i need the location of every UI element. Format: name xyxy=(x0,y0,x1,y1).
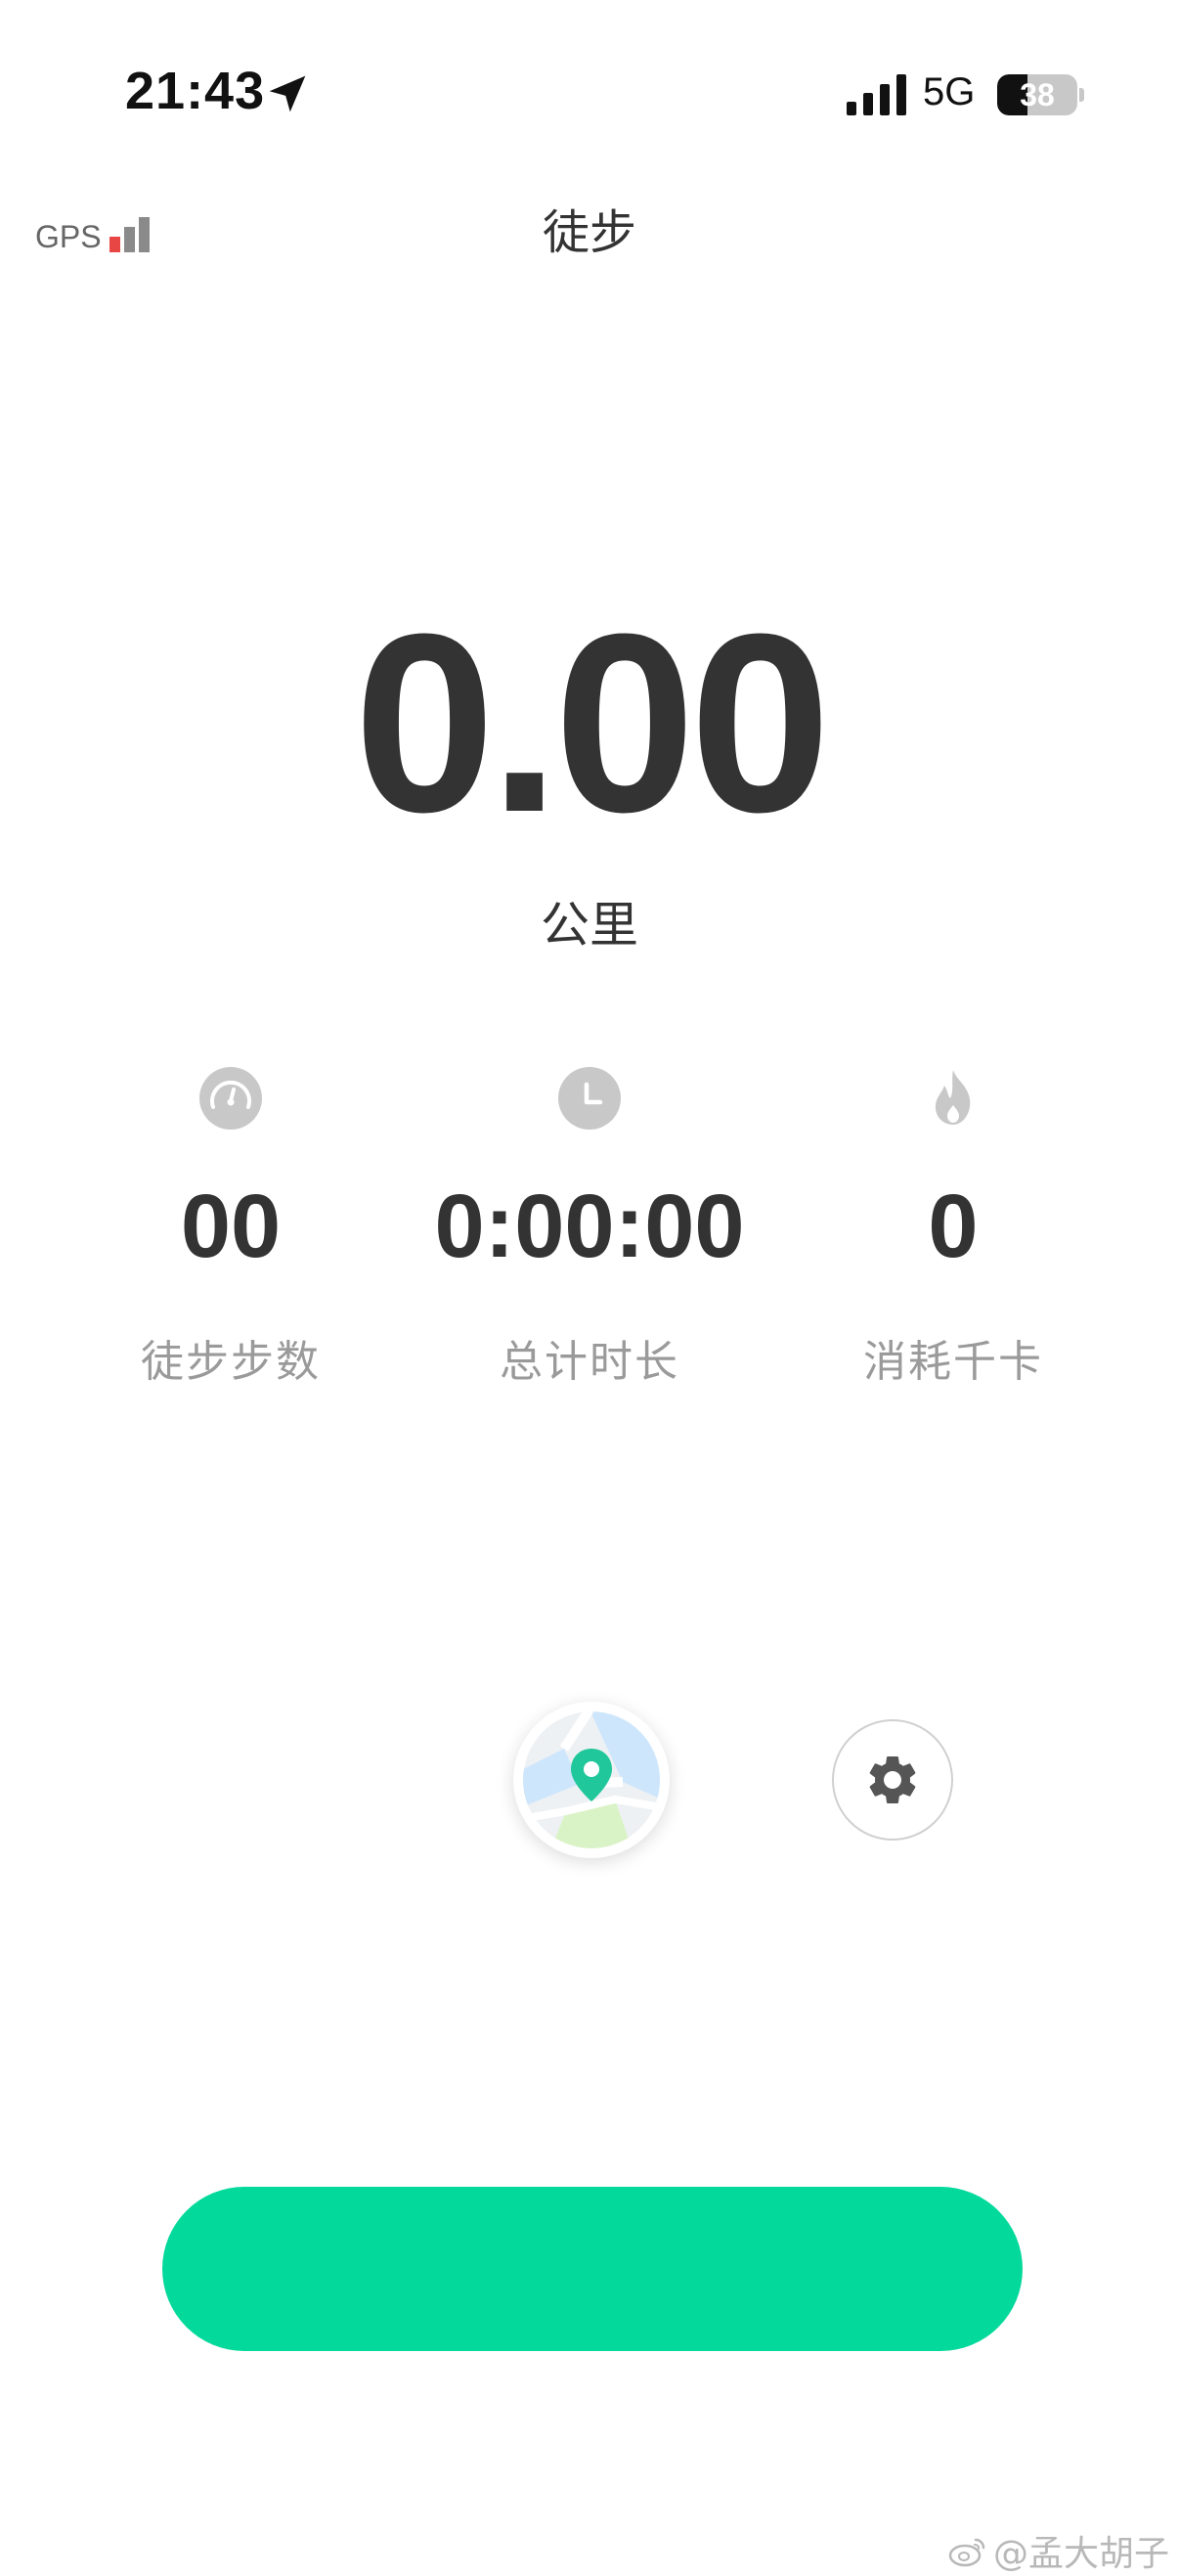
stat-label: 徒步步数 xyxy=(141,1337,321,1387)
stat-value: 0 xyxy=(928,1177,979,1276)
status-bar: 21:43 5G 38 xyxy=(0,0,1179,196)
weibo-logo-icon xyxy=(948,2538,985,2567)
battery-percent: 38 xyxy=(1020,77,1055,112)
stat-value: 00 xyxy=(180,1177,282,1276)
flame-icon xyxy=(935,1070,971,1125)
map-pin-icon xyxy=(523,1711,660,1848)
start-button[interactable] xyxy=(162,2187,1023,2351)
battery-nub xyxy=(1079,88,1084,102)
clock-icon xyxy=(558,1067,621,1130)
distance-value: 0.00 xyxy=(353,582,831,866)
stat-duration: 0:00:00 总计时长 xyxy=(394,1066,785,1389)
cellular-signal-icon xyxy=(847,74,906,115)
speedometer-icon xyxy=(199,1067,262,1130)
battery-icon: 38 xyxy=(997,74,1077,115)
distance-unit: 公里 xyxy=(541,897,638,954)
network-type: 5G xyxy=(923,70,976,113)
stat-value: 0:00:00 xyxy=(434,1177,745,1276)
settings-button[interactable] xyxy=(832,1719,953,1841)
watermark: @孟大胡子 xyxy=(948,2525,1169,2576)
location-arrow-icon xyxy=(269,75,306,112)
stat-label: 总计时长 xyxy=(500,1337,679,1387)
watermark-text: @孟大胡子 xyxy=(992,2534,1169,2574)
stat-steps: 00 徒步步数 xyxy=(35,1066,426,1389)
map-button[interactable] xyxy=(513,1702,670,1858)
status-time: 21:43 xyxy=(125,62,266,120)
page-title: 徒步 xyxy=(542,205,636,260)
gear-icon xyxy=(869,1756,916,1803)
stat-label: 消耗千卡 xyxy=(863,1337,1043,1387)
stat-calories: 0 消耗千卡 xyxy=(758,1066,1149,1389)
